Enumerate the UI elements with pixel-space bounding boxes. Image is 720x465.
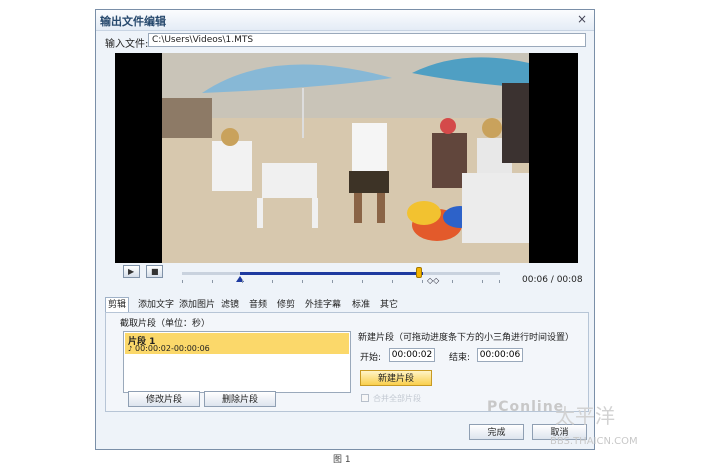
tab-add-text[interactable]: 添加文字 — [136, 298, 176, 312]
timeline-ticks — [182, 280, 500, 284]
figure-caption: 图 1 — [333, 455, 351, 465]
stop-button[interactable]: ■ — [146, 265, 163, 278]
watermark-text: 太平洋 — [555, 404, 615, 428]
clip-group-label: 截取片段（单位：秒） — [120, 319, 211, 329]
modify-segment-button[interactable]: 修改片段 — [128, 391, 200, 407]
segment-list[interactable]: 片段 1 ♪ 00:00:02-00:00:06 — [123, 331, 351, 393]
start-label: 开始: — [360, 353, 382, 363]
tab-subtitle[interactable]: 外挂字幕 — [303, 298, 343, 312]
merge-segments-label: 合并全部片段 — [373, 394, 421, 403]
merge-segments-checkbox[interactable] — [361, 394, 369, 402]
video-frame — [162, 53, 529, 263]
video-preview — [115, 53, 578, 263]
end-label: 结束: — [449, 353, 471, 363]
segment-range: ♪ 00:00:02-00:00:06 — [128, 344, 210, 353]
tab-clip[interactable]: 剪辑 — [105, 297, 130, 313]
tab-trim[interactable]: 修剪 — [275, 298, 297, 312]
window-title: 输出文件编辑 — [100, 15, 166, 28]
time-readout: 00:06 / 00:08 — [522, 275, 583, 285]
watermark-url: BBS.THAICN.COM — [550, 436, 638, 447]
new-segment-description: 新建片段（可拖动进度条下方的小三角进行时间设置） — [358, 333, 575, 343]
close-icon[interactable]: × — [575, 12, 589, 26]
watermark-brand: PConline — [487, 399, 565, 415]
title-bar: 输出文件编辑 × — [96, 10, 594, 31]
delete-segment-button[interactable]: 删除片段 — [204, 391, 276, 407]
new-segment-button[interactable]: 新建片段 — [360, 370, 432, 386]
video-frame-image — [162, 53, 529, 263]
end-time-field[interactable] — [477, 348, 523, 362]
stop-icon: ■ — [151, 267, 159, 276]
segment-range-text: 00:00:02-00:00:06 — [135, 344, 210, 353]
tab-filter[interactable]: 滤镜 — [219, 298, 241, 312]
tab-add-image[interactable]: 添加图片 — [177, 298, 217, 312]
list-item[interactable]: 片段 1 ♪ 00:00:02-00:00:06 — [125, 333, 349, 354]
timeline-playhead[interactable] — [416, 267, 422, 278]
timeline-selection — [240, 272, 423, 275]
done-button[interactable]: 完成 — [469, 424, 524, 440]
tab-standard[interactable]: 标准 — [350, 298, 372, 312]
segment-icon: ♪ — [128, 345, 133, 353]
play-button[interactable]: ▶ — [123, 265, 140, 278]
input-file-field[interactable] — [148, 33, 586, 47]
start-time-field[interactable] — [389, 348, 435, 362]
tab-audio[interactable]: 音频 — [247, 298, 269, 312]
play-icon: ▶ — [128, 267, 135, 276]
tab-other[interactable]: 其它 — [378, 298, 400, 312]
input-file-label: 输入文件: — [105, 39, 149, 50]
